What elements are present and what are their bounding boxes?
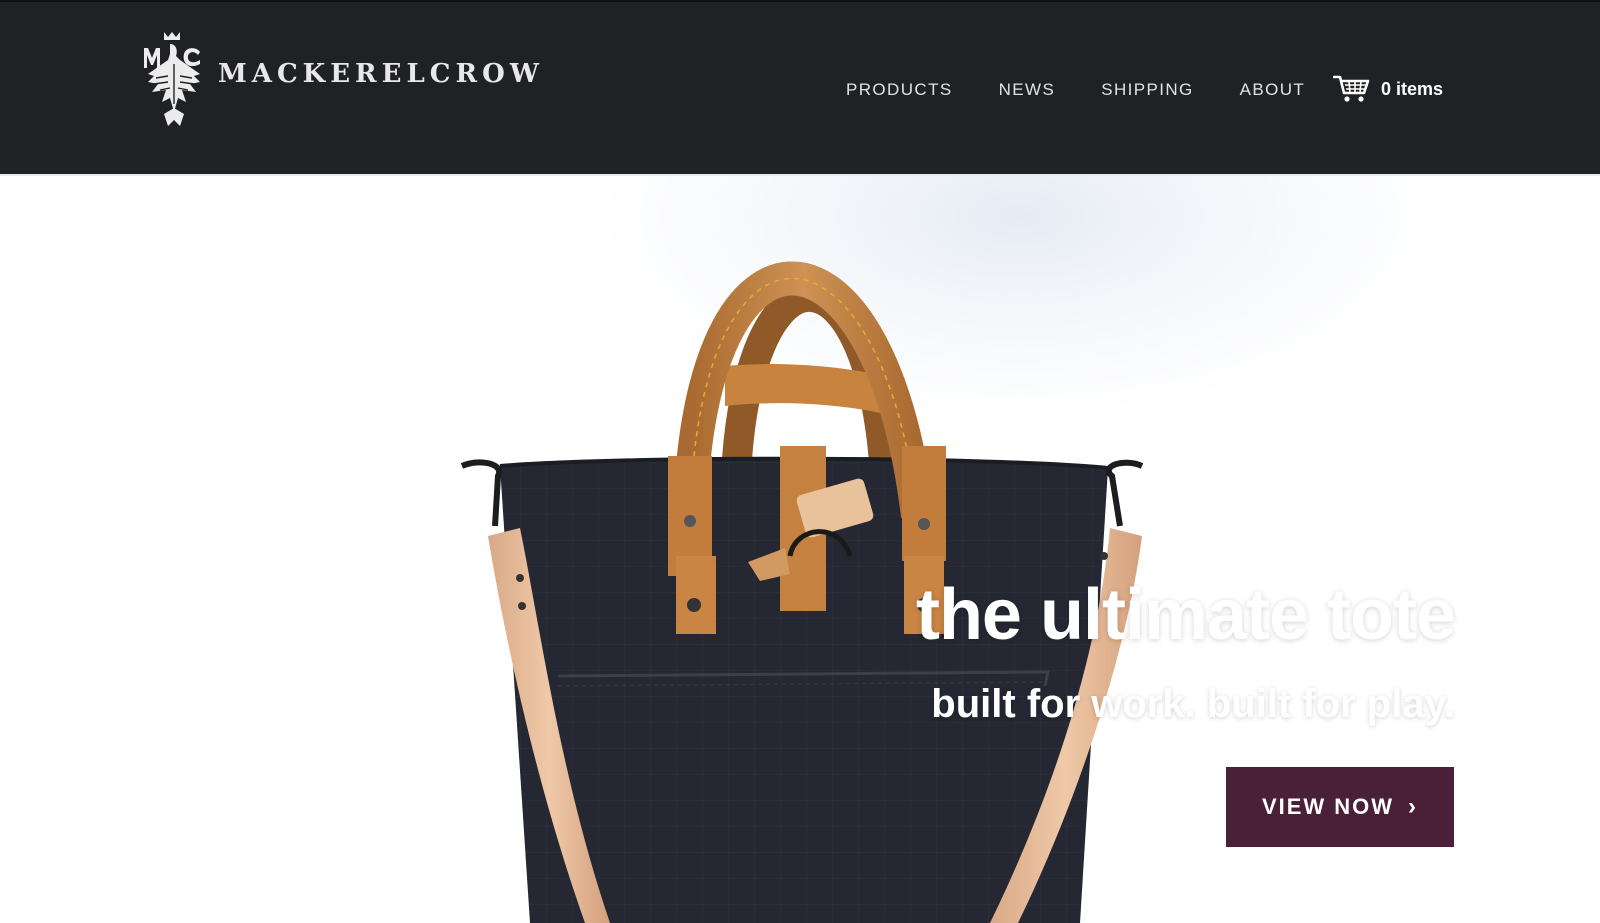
main-nav: PRODUCTS NEWS SHIPPING ABOUT <box>846 78 1351 102</box>
view-now-label: VIEW NOW <box>1261 794 1395 819</box>
chevron-right-icon: › <box>1408 793 1419 820</box>
brand-wordmark: MACKERELCROW <box>218 59 544 89</box>
site-header: MACKERELCROW PRODUCTS NEWS SHIPPING ABOU… <box>0 0 1600 174</box>
hero-headline: the ultimate tote <box>915 575 1456 655</box>
cart-link[interactable]: 0 items <box>1333 74 1443 104</box>
cart-count: 0 items <box>1381 78 1444 99</box>
nav-item-news[interactable]: NEWS <box>999 78 1056 102</box>
cart-icon <box>1333 75 1370 102</box>
mackerelcrow-crest-icon <box>144 32 200 126</box>
nav-item-products[interactable]: PRODUCTS <box>846 78 953 102</box>
hero-banner: the ultimate tote built for work. built … <box>0 176 1600 923</box>
logo-link[interactable]: MACKERELCROW <box>142 30 544 126</box>
hero-subheadline: built for work. built for play. <box>931 682 1455 726</box>
view-now-button[interactable]: VIEW NOW › <box>1226 767 1454 847</box>
nav-item-about[interactable]: ABOUT <box>1240 78 1306 102</box>
nav-item-shipping[interactable]: SHIPPING <box>1101 78 1193 102</box>
